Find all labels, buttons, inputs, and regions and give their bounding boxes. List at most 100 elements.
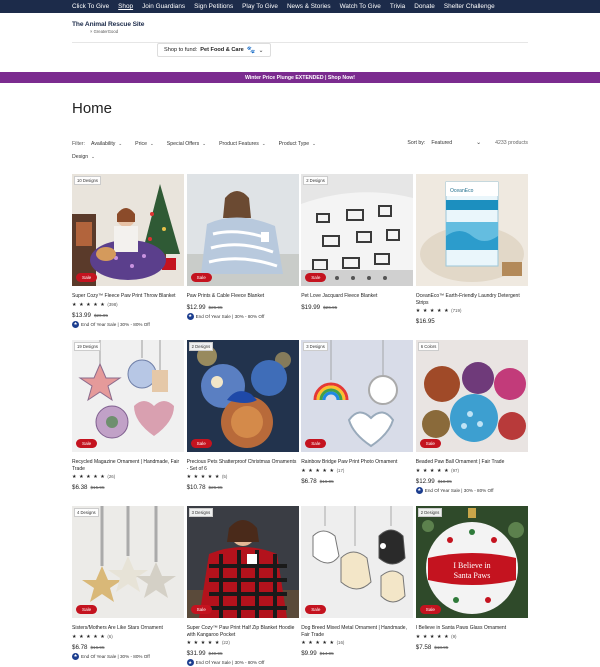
product-title[interactable]: Paw Prints & Cable Fleece Blanket bbox=[187, 293, 299, 300]
sale-price: $9.99 bbox=[301, 650, 317, 658]
filter-design[interactable]: Design ⌄ bbox=[72, 154, 95, 160]
logo-text: The Animal Rescue Site bbox=[72, 21, 145, 28]
rating-stars: ★ ★ ★ ★ ★ (9) bbox=[416, 634, 528, 640]
product-title[interactable]: Super Cozy™ Fleece Paw Print Throw Blank… bbox=[72, 293, 184, 300]
chevron-down-icon: ⌄ bbox=[312, 141, 316, 146]
sale-price: $6.78 bbox=[301, 477, 317, 485]
filter-special-offers[interactable]: Special Offers ⌄ bbox=[167, 141, 206, 147]
product-image[interactable]: Sale bbox=[301, 506, 414, 618]
promo-text: End Of Year Sale | 30% - 80% Off bbox=[195, 313, 265, 319]
sale-price: $19.99 bbox=[301, 303, 321, 311]
filter-product-type[interactable]: Product Type ⌄ bbox=[279, 141, 316, 147]
price: $10.78 $26.95 bbox=[187, 484, 299, 491]
product-card[interactable]: 3 Designs Sale Super Cozy™ Paw Print Half … bbox=[186, 506, 299, 667]
product-card[interactable]: I Believe in Santa Paws 2 Designs Sale I Bel… bbox=[415, 506, 528, 667]
nav-shelter-challenge[interactable]: Shelter Challenge bbox=[444, 3, 495, 10]
price: $12.99 $18.95 bbox=[416, 478, 528, 485]
nav-click-to-give[interactable]: Click To Give bbox=[72, 3, 109, 10]
designs-badge: 6 Colors bbox=[417, 342, 440, 351]
rating-stars: ★ ★ ★ ★ ★ (97) bbox=[416, 468, 528, 474]
svg-text:Santa Paws: Santa Paws bbox=[453, 571, 490, 580]
review-count: (26) bbox=[107, 474, 116, 480]
product-image[interactable]: 6 Colors Sale bbox=[415, 340, 528, 452]
chevron-down-icon: ⌄ bbox=[202, 141, 207, 146]
price: $7.58 $18.95 bbox=[416, 644, 528, 651]
product-title[interactable]: OceanEco™ Earth-Friendly Laundry Deterge… bbox=[416, 293, 528, 306]
promo-text: End Of Year Sale | 30% - 80% Off bbox=[424, 487, 494, 493]
site-logo[interactable]: The Animal Rescue Site × GreaterGood bbox=[72, 21, 144, 34]
sale-badge: Sale bbox=[419, 439, 441, 448]
nav-news-stories[interactable]: News & Stories bbox=[287, 3, 331, 10]
designs-badge: 2 Designs bbox=[417, 508, 443, 517]
sale-badge: Sale bbox=[76, 439, 98, 448]
nav-join-guardians[interactable]: Join Guardians bbox=[142, 3, 185, 10]
filter-availability[interactable]: Availability ⌄ bbox=[91, 141, 122, 147]
product-card[interactable]: 19 Designs Sale Recycled Magazine Ornament… bbox=[72, 340, 184, 506]
filter-special-offers-label: Special Offers bbox=[166, 141, 200, 147]
site-header: The Animal Rescue Site × GreaterGood bbox=[72, 13, 528, 43]
nav-play-to-give[interactable]: Play To Give bbox=[242, 3, 278, 10]
product-title[interactable]: Sisters/Mothers Are Like Stars Ornament bbox=[72, 625, 184, 632]
nav-shop[interactable]: Shop bbox=[118, 3, 133, 10]
filter-product-features[interactable]: Product Features ⌄ bbox=[219, 141, 266, 147]
product-card[interactable]: 3 Designs Sale Rainbow Bridge Paw Print Ph… bbox=[301, 340, 414, 506]
sort-controls: Sort by: Featured ⌄ 4233 products bbox=[407, 139, 528, 147]
promo-banner[interactable]: Winter Price Plunge EXTENDED | Shop Now! bbox=[0, 72, 600, 83]
original-price: $26.95 bbox=[323, 304, 338, 310]
product-image[interactable]: 3 Designs Sale bbox=[186, 506, 299, 618]
fund-selector[interactable]: Shop to fund: Pet Food & Care 🐾 ⌄ bbox=[157, 43, 271, 57]
product-title[interactable]: Precious Pets Shatterproof Christmas Orn… bbox=[187, 459, 299, 472]
nav-donate[interactable]: Donate bbox=[414, 3, 435, 10]
product-title[interactable]: Pet Love Jacquard Fleece Blanket bbox=[301, 293, 413, 300]
sale-badge: Sale bbox=[305, 273, 327, 282]
sort-label: Sort by: bbox=[407, 139, 426, 146]
designs-badge: 10 Designs bbox=[74, 176, 101, 185]
price: $16.95 bbox=[416, 318, 528, 325]
designs-badge: 2 Designs bbox=[188, 342, 214, 351]
product-image[interactable]: I Believe in Santa Paws 2 Designs Sale bbox=[415, 506, 528, 618]
product-card[interactable]: Sale Dog Breed Mixed Metal Ornament | Han… bbox=[301, 506, 414, 667]
sale-price: $31.99 bbox=[186, 650, 206, 658]
product-card[interactable]: 4 Designs Sale Sisters/Mothers Are Like St… bbox=[72, 506, 184, 667]
product-image[interactable]: OceanEco bbox=[415, 174, 528, 286]
star-badge-icon: ★ bbox=[186, 312, 194, 320]
product-card[interactable]: OceanEco OceanEco™ Earth-Friendly Laundry… bbox=[415, 174, 528, 340]
fund-value: Pet Food & Care bbox=[200, 47, 244, 53]
product-card[interactable]: 2 Designs Sale Precious Pets Shatterproof … bbox=[186, 340, 299, 506]
product-title[interactable]: Super Cozy™ Paw Print Half Zip Blanket H… bbox=[187, 625, 299, 638]
product-card[interactable]: 2 Designs Sale Pet Love Jacquard Fleece Bl… bbox=[301, 174, 414, 340]
nav-watch-to-give[interactable]: Watch To Give bbox=[340, 3, 381, 10]
filter-price[interactable]: Price ⌄ bbox=[135, 141, 154, 147]
designs-badge: 19 Designs bbox=[74, 342, 101, 351]
nav-trivia[interactable]: Trivia bbox=[390, 3, 405, 10]
original-price: $18.95 bbox=[437, 478, 452, 484]
product-image[interactable]: 19 Designs Sale bbox=[72, 340, 184, 452]
sort-select[interactable]: Featured ⌄ bbox=[431, 139, 481, 147]
product-title[interactable]: Beaded Paw Ball Ornament | Fair Trade bbox=[416, 459, 528, 466]
rating-stars: ★ ★ ★ ★ ★ (17) bbox=[301, 468, 413, 474]
product-image[interactable]: 2 Designs Sale bbox=[301, 174, 414, 286]
original-price: $15.95 bbox=[90, 485, 105, 491]
fund-label: Shop to fund: bbox=[164, 47, 198, 53]
product-title[interactable]: Recycled Magazine Ornament | Handmade, F… bbox=[72, 459, 184, 472]
promo-text: End Of Year Sale | 30% - 80% Off bbox=[195, 660, 265, 666]
rating-stars: ★ ★ ★ ★ ★ (719) bbox=[416, 308, 528, 314]
product-image[interactable]: 2 Designs Sale bbox=[186, 340, 299, 452]
star-badge-icon: ★ bbox=[72, 652, 79, 660]
product-card[interactable]: Sale Paw Prints & Cable Fleece Blanket $12… bbox=[186, 174, 299, 340]
product-image[interactable]: 10 Designs Sale bbox=[72, 174, 184, 286]
nav-sign-petitions[interactable]: Sign Petitions bbox=[194, 3, 233, 10]
product-image[interactable]: 4 Designs Sale bbox=[72, 506, 184, 618]
product-image[interactable]: Sale bbox=[186, 174, 299, 286]
product-title[interactable]: Dog Breed Mixed Metal Ornament | Handmad… bbox=[301, 625, 413, 638]
filter-bar: Filter: Availability ⌄ Price ⌄ Special Off… bbox=[72, 139, 528, 162]
product-card[interactable]: 6 Colors Sale Beaded Paw Ball Ornament | F… bbox=[415, 340, 528, 506]
product-title[interactable]: I Believe in Santa Paws Glass Ornament bbox=[416, 625, 528, 632]
filter-label: Filter: bbox=[72, 141, 85, 147]
product-title[interactable]: Rainbow Bridge Paw Print Photo Ornament bbox=[301, 459, 413, 466]
product-image[interactable]: 3 Designs Sale bbox=[301, 340, 414, 452]
product-card[interactable]: 10 Designs Sale Super Cozy™ Fleece Paw Pri… bbox=[72, 174, 184, 340]
chevron-down-icon: ⌄ bbox=[261, 141, 266, 146]
sale-price: $12.99 bbox=[186, 303, 206, 311]
filter-product-features-label: Product Features bbox=[219, 141, 259, 147]
